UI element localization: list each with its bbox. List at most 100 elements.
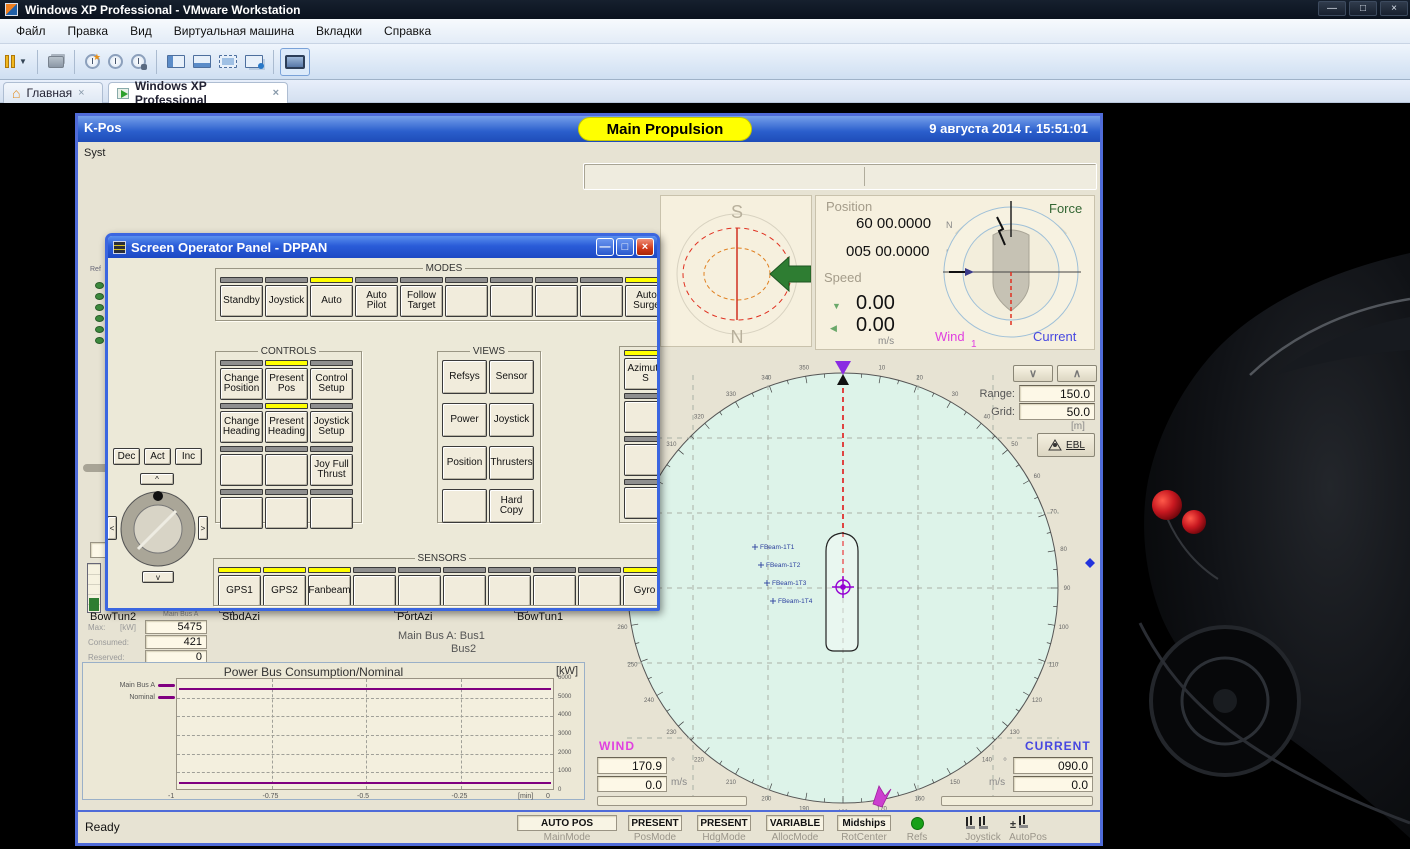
sensor-button[interactable]: Sensor — [489, 360, 534, 394]
present-heading-button[interactable]: Present Heading — [265, 411, 308, 443]
auto-pilot-button[interactable]: Auto Pilot — [355, 285, 398, 317]
ebl-button[interactable]: EBL — [1037, 433, 1095, 457]
refsys-button[interactable]: Refsys — [442, 360, 487, 394]
autopos-icon[interactable]: ± — [1010, 815, 1031, 833]
blank-button[interactable] — [442, 489, 487, 523]
fullscreen-button[interactable] — [215, 48, 241, 76]
show-thumbnail-bar-button[interactable] — [189, 48, 215, 76]
tab-home[interactable]: ⌂ Главная × — [3, 82, 103, 103]
menu-file[interactable]: Файл — [6, 21, 56, 41]
power-button[interactable]: ▼ — [0, 48, 31, 76]
joystick-button[interactable]: Joystick — [489, 403, 534, 437]
joystick-setup-button[interactable]: Joystick Setup — [310, 411, 353, 443]
blank-button[interactable] — [220, 454, 263, 486]
revert-snapshot-button[interactable] — [104, 48, 127, 76]
blank-button[interactable] — [265, 454, 308, 486]
grid-input[interactable]: 50.0 — [1019, 403, 1095, 420]
menu-edit[interactable]: Правка — [58, 21, 119, 41]
blank-button[interactable] — [220, 497, 263, 529]
menu-view[interactable]: Вид — [120, 21, 162, 41]
blank-button[interactable] — [445, 285, 488, 317]
rotary-knob[interactable] — [118, 489, 198, 569]
blank-button[interactable] — [398, 575, 441, 606]
wind-direction-input[interactable]: 170.9 — [597, 757, 667, 774]
status-hdgmode[interactable]: PRESENT — [697, 815, 751, 831]
blank-button[interactable] — [624, 401, 657, 433]
window-close-button[interactable]: × — [1380, 1, 1408, 16]
dialog-close-button[interactable]: × — [636, 238, 654, 256]
blank-button[interactable] — [624, 444, 657, 476]
range-decrease-button[interactable]: ∨ — [1013, 365, 1053, 382]
power-button[interactable]: Power — [442, 403, 487, 437]
knob-right-button[interactable]: > — [198, 516, 208, 540]
menu-tabs[interactable]: Вкладки — [306, 21, 372, 41]
current-direction-input[interactable]: 090.0 — [1013, 757, 1093, 774]
gps1-button[interactable]: GPS1 — [218, 575, 261, 606]
knob-left-button[interactable]: < — [108, 516, 117, 540]
status-rotcenter[interactable]: Midships — [837, 815, 891, 831]
position-button[interactable]: Position — [442, 446, 487, 480]
blank-button[interactable] — [310, 497, 353, 529]
auto-surge-button[interactable]: Auto Surge — [625, 285, 657, 317]
take-snapshot-button[interactable]: ★ — [81, 48, 104, 76]
window-minimize-button[interactable]: — — [1318, 1, 1346, 16]
blank-button[interactable] — [353, 575, 396, 606]
knob-up-button[interactable]: ^ — [140, 473, 174, 485]
current-speed-input[interactable]: 0.0 — [1013, 776, 1093, 792]
control-setup-button[interactable]: Control Setup — [310, 368, 353, 400]
tab-close-icon[interactable]: × — [78, 87, 84, 99]
status-mainmode[interactable]: AUTO POS — [517, 815, 617, 831]
dec-button[interactable]: Dec — [113, 448, 140, 465]
auto-button[interactable]: Auto — [310, 285, 353, 317]
menu-vm[interactable]: Виртуальная машина — [164, 21, 304, 41]
panel-button-blank — [578, 567, 621, 606]
gyro-button[interactable]: Gyro — [623, 575, 657, 606]
button-lamp — [488, 567, 531, 573]
wind-speed-input[interactable]: 0.0 — [597, 776, 667, 792]
change-position-button[interactable]: Change Position — [220, 368, 263, 400]
blank-button[interactable] — [580, 285, 623, 317]
blank-button[interactable] — [488, 575, 531, 606]
refs-status-led[interactable] — [911, 817, 924, 830]
joystick-button[interactable]: Joystick — [265, 285, 308, 317]
change-heading-button[interactable]: Change Heading — [220, 411, 263, 443]
blank-button[interactable] — [624, 487, 657, 519]
blank-button[interactable] — [265, 497, 308, 529]
blank-button[interactable] — [535, 285, 578, 317]
blank-button[interactable] — [578, 575, 621, 606]
blank-button[interactable] — [533, 575, 576, 606]
blank-button[interactable] — [490, 285, 533, 317]
range-increase-button[interactable]: ∧ — [1057, 365, 1097, 382]
show-library-button[interactable] — [163, 48, 189, 76]
status-posmode[interactable]: PRESENT — [628, 815, 682, 831]
inc-button[interactable]: Inc — [175, 448, 202, 465]
thrusters-button[interactable]: Thrusters — [489, 446, 534, 480]
show-all-vms-button[interactable] — [241, 48, 267, 76]
blank-button[interactable] — [443, 575, 486, 606]
gps2-button[interactable]: GPS2 — [263, 575, 306, 606]
snapshot-manager-button[interactable] — [127, 48, 150, 76]
joy-full-thrust-button[interactable]: Joy Full Thrust — [310, 454, 353, 486]
follow-target-button[interactable]: Follow Target — [400, 285, 443, 317]
standby-button[interactable]: Standby — [220, 285, 263, 317]
status-allocmode[interactable]: VARIABLE — [766, 815, 824, 831]
dialog-titlebar[interactable]: Screen Operator Panel - DPPAN — □ × — [108, 236, 657, 258]
act-button[interactable]: Act — [144, 448, 171, 465]
knob-down-button[interactable]: v — [142, 571, 174, 583]
vm-display: K-Pos Main Propulsion 9 августа 2014 г. … — [0, 103, 1410, 849]
dialog-minimize-button[interactable]: — — [596, 238, 614, 256]
panel-button-position: Position — [442, 446, 487, 480]
range-input[interactable]: 150.0 — [1019, 385, 1095, 402]
dialog-maximize-button[interactable]: □ — [616, 238, 634, 256]
ctrl-alt-del-button[interactable] — [44, 48, 68, 76]
fanbeam-button[interactable]: Fanbeam — [308, 575, 351, 606]
present-pos-button[interactable]: Present Pos — [265, 368, 308, 400]
window-restore-button[interactable]: □ — [1349, 1, 1377, 16]
hard-copy-button[interactable]: Hard Copy — [489, 489, 534, 523]
tab-close-icon[interactable]: × — [273, 87, 279, 99]
azimuth-s-button[interactable]: Azimuth S — [624, 358, 657, 390]
kpos-menu-system[interactable]: Syst — [84, 147, 105, 159]
menu-help[interactable]: Справка — [374, 21, 441, 41]
tab-vm-winxp[interactable]: Windows XP Professional × — [108, 82, 288, 103]
console-view-button[interactable] — [280, 48, 310, 76]
